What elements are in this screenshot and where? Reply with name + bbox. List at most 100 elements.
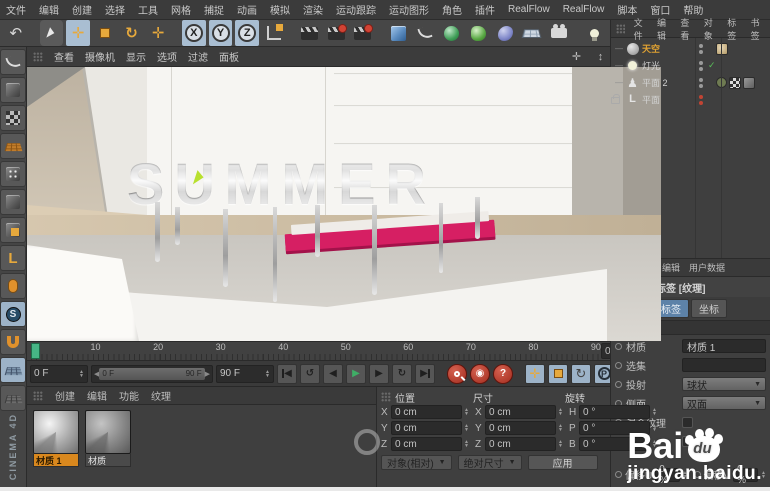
material-menu-item[interactable]: 纹理 [151, 388, 171, 403]
object-name[interactable]: 天空 [642, 42, 688, 55]
material-name[interactable]: 材质 [85, 454, 131, 467]
add-deformer-button[interactable] [493, 20, 517, 46]
menu-item[interactable]: 选择 [105, 2, 125, 17]
autokey-button[interactable]: ◉ [470, 363, 490, 384]
object-row-plane[interactable]: L 平面 [611, 91, 770, 108]
anim-dot-icon[interactable] [615, 342, 622, 350]
menu-item[interactable]: 运动跟踪 [336, 2, 376, 17]
expand-icon[interactable]: — [615, 44, 623, 53]
spinner-icon[interactable]: ▲▼ [79, 369, 84, 378]
frame-range-slider[interactable]: ◀ 0 F 90 F ▶ [91, 364, 213, 383]
size-y-field[interactable]: 0 cm [485, 421, 557, 435]
position-z-field[interactable]: 0 cm [391, 437, 463, 451]
viewport-canvas[interactable]: SUMMER [27, 67, 661, 341]
workplane-mode-button[interactable] [0, 133, 26, 159]
object-row-sky[interactable]: — 天空 [611, 40, 770, 57]
compositing-tag-icon[interactable] [743, 76, 755, 89]
range-right-arrow-icon[interactable]: ▶ [205, 370, 210, 378]
next-frame-button[interactable]: ▶ [369, 363, 389, 384]
object-row-plane2[interactable]: — ♟ 平面 2 [611, 74, 770, 91]
menu-item[interactable]: 工具 [138, 2, 158, 17]
add-camera-button[interactable] [547, 20, 571, 46]
menu-item[interactable]: RealFlow [508, 4, 550, 15]
material-name[interactable]: 材质 1 [33, 454, 79, 467]
size-x-field[interactable]: 0 cm [485, 405, 557, 419]
size-z-field[interactable]: 0 cm [485, 437, 557, 451]
rotation-h-field[interactable]: 0 ° [579, 405, 651, 419]
polygons-mode-button[interactable] [0, 217, 26, 243]
expand-icon[interactable]: — [615, 61, 623, 70]
attribute-menu-item[interactable]: 编辑 [662, 261, 680, 274]
menu-item[interactable]: 动画 [237, 2, 257, 17]
position-y-field[interactable]: 0 cm [391, 421, 463, 435]
panel-grip-icon[interactable] [381, 392, 391, 402]
expand-icon[interactable]: — [615, 78, 623, 87]
spinner-icon[interactable]: ▲▼ [464, 440, 469, 449]
visibility-dots-icon[interactable] [697, 43, 705, 54]
end-frame-field[interactable]: 90 F ▲ ▼ [216, 364, 274, 383]
panel-grip-icon[interactable] [616, 23, 625, 34]
enable-axis-button[interactable] [0, 273, 26, 299]
record-scale-toggle[interactable] [548, 363, 568, 384]
record-keyframe-button[interactable] [447, 363, 467, 384]
coordinate-system-button[interactable] [262, 20, 286, 46]
make-editable-button[interactable] [0, 49, 26, 75]
menu-item[interactable]: 角色 [442, 2, 462, 17]
enable-snap-button[interactable]: S [0, 301, 26, 327]
zoom-view-icon[interactable]: ↕ [594, 51, 607, 63]
texture-tag-icon[interactable] [729, 76, 741, 89]
record-position-toggle[interactable]: ✛ [525, 363, 545, 384]
visibility-dots-icon[interactable] [697, 94, 705, 105]
panel-grip-icon[interactable] [33, 390, 43, 401]
menu-item[interactable]: 渲染 [303, 2, 323, 17]
material-thumbnail[interactable] [33, 410, 79, 454]
size-mode-dropdown[interactable]: 绝对尺寸 ▼ [457, 455, 522, 470]
undo-button[interactable]: ↶ [4, 20, 28, 46]
texture-mode-button[interactable] [0, 105, 26, 131]
viewport-menu-item[interactable]: 查看 [54, 49, 74, 64]
timeline-playhead[interactable] [31, 343, 40, 359]
viewport-menu-item[interactable]: 面板 [219, 49, 239, 64]
add-spline-button[interactable] [413, 20, 437, 46]
prev-frame-button[interactable]: ◀ [323, 363, 343, 384]
apply-button[interactable]: 应用 [527, 455, 598, 470]
points-mode-button[interactable] [0, 161, 26, 187]
viewport-menu-item[interactable]: 过滤 [188, 49, 208, 64]
live-selection-button[interactable] [39, 20, 64, 46]
play-button[interactable]: ▶ [346, 363, 366, 384]
spinner-icon[interactable]: ▲▼ [558, 440, 563, 449]
goto-end-button[interactable]: ▶ [415, 363, 435, 384]
workplane-lock-button[interactable]: L [0, 245, 26, 271]
model-mode-button[interactable] [0, 77, 26, 103]
current-frame-field[interactable]: 0 F ▲ ▼ [30, 364, 88, 383]
mix-textures-checkbox[interactable] [682, 416, 693, 428]
spinner-icon[interactable]: ▲▼ [464, 424, 469, 433]
menu-item[interactable]: RealFlow [563, 4, 605, 15]
visibility-dots-icon[interactable] [697, 77, 705, 88]
material-link-field[interactable]: 材质 1 [682, 339, 766, 354]
record-rotation-toggle[interactable]: ↻ [571, 363, 591, 384]
material-menu-item[interactable]: 编辑 [87, 388, 107, 403]
menu-item[interactable]: 文件 [6, 2, 26, 17]
coordinate-mode-dropdown[interactable]: 对象(相对) ▼ [354, 429, 452, 470]
render-settings-button[interactable] [351, 20, 375, 46]
goto-start-button[interactable]: ◀ [277, 363, 297, 384]
object-row-light[interactable]: — 灯光 ✓ [611, 57, 770, 74]
spinner-icon[interactable]: ▲▼ [265, 369, 270, 378]
menu-item[interactable]: 模拟 [270, 2, 290, 17]
menu-item[interactable]: 网格 [171, 2, 191, 17]
material-thumbnail[interactable] [85, 410, 131, 454]
menu-item[interactable]: 捕捉 [204, 2, 224, 17]
object-tree[interactable]: — 天空 — 灯光 ✓ — ♟ 平面 2 L 平面 [611, 38, 770, 258]
side-dropdown[interactable]: 双面 ▼ [682, 396, 766, 411]
add-subdivision-surface-button[interactable] [440, 20, 464, 46]
viewport-menu-item[interactable]: 摄像机 [85, 49, 115, 64]
anim-dot-icon[interactable] [615, 361, 622, 369]
spinner-icon[interactable]: ▲▼ [558, 408, 563, 417]
edges-mode-button[interactable] [0, 189, 26, 215]
quantize-button[interactable] [0, 385, 26, 411]
position-x-field[interactable]: 0 cm [391, 405, 463, 419]
texture-tag-icon[interactable] [716, 42, 728, 55]
spinner-icon[interactable]: ▲▼ [558, 424, 563, 433]
object-name[interactable]: 灯光 [642, 59, 688, 72]
